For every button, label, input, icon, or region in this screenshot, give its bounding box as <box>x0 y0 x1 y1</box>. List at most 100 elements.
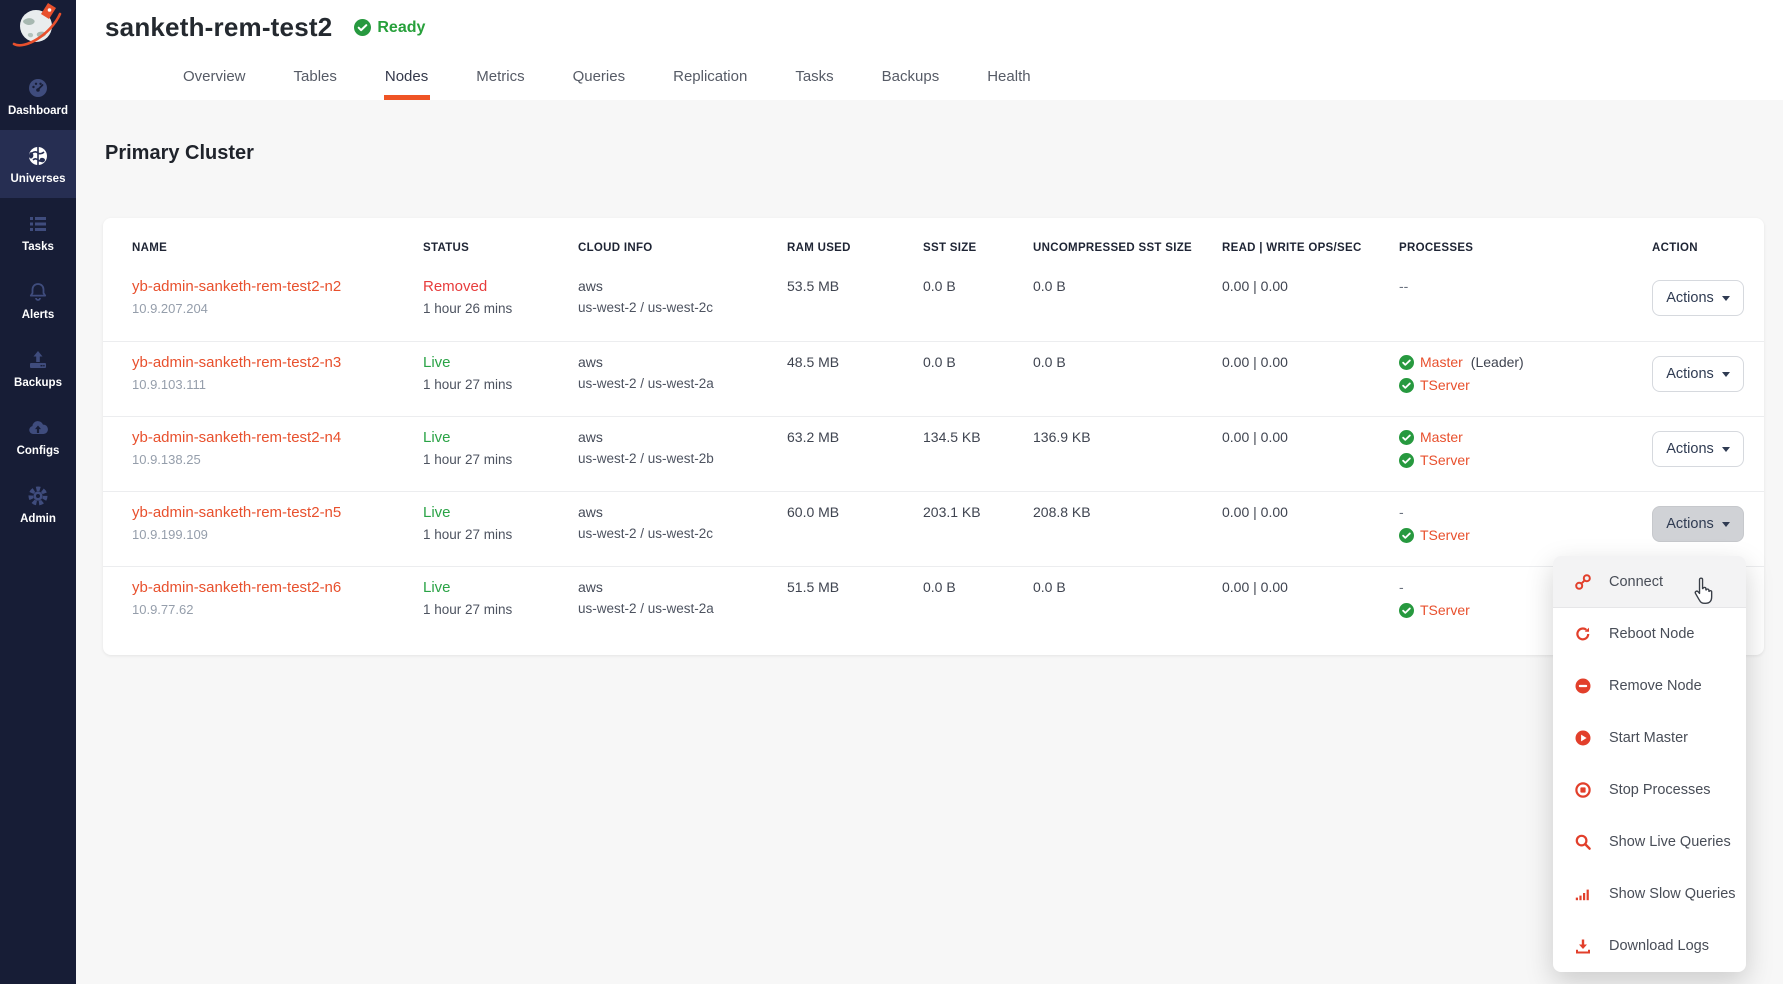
node-name-link[interactable]: yb-admin-sanketh-rem-test2-n6 <box>132 579 423 596</box>
tab-replication[interactable]: Replication <box>671 68 749 100</box>
process-tserver-link[interactable]: TServer <box>1420 452 1470 468</box>
actions-button[interactable]: Actions <box>1652 356 1744 392</box>
read-write-ops: 0.00 | 0.00 <box>1222 354 1399 416</box>
globe-icon <box>26 144 50 168</box>
uncompressed-sst-size: 0.0 B <box>1033 278 1222 341</box>
process-leader-suffix: (Leader) <box>1471 354 1524 370</box>
ram-used: 51.5 MB <box>787 579 923 641</box>
download-icon <box>1574 937 1592 955</box>
node-status: Live <box>423 354 578 371</box>
actions-button[interactable]: Actions <box>1652 280 1744 316</box>
process-master-link[interactable]: Master <box>1420 429 1463 445</box>
bar-chart-icon <box>1574 885 1592 903</box>
hand-pointer-cursor <box>1690 577 1716 607</box>
actions-button[interactable]: Actions <box>1652 431 1744 467</box>
col-status: STATUS <box>423 242 578 254</box>
sidebar-item-dashboard[interactable]: Dashboard <box>0 62 76 130</box>
task-list-icon <box>26 212 50 236</box>
node-status: Live <box>423 579 578 596</box>
reboot-icon <box>1574 625 1592 643</box>
tab-tasks[interactable]: Tasks <box>793 68 835 100</box>
tab-overview[interactable]: Overview <box>181 68 248 100</box>
tab-tables[interactable]: Tables <box>292 68 339 100</box>
menu-item-show-slow-queries[interactable]: Show Slow Queries <box>1553 868 1746 920</box>
table-row: yb-admin-sanketh-rem-test2-n5 10.9.199.1… <box>103 491 1764 566</box>
actions-button-label: Actions <box>1666 290 1714 306</box>
dashboard-gauge-icon <box>26 76 50 100</box>
node-name-link[interactable]: yb-admin-sanketh-rem-test2-n3 <box>132 354 423 371</box>
menu-item-stop-processes[interactable]: Stop Processes <box>1553 764 1746 816</box>
node-uptime: 1 hour 27 mins <box>423 602 578 617</box>
process-placeholder: -- <box>1399 278 1408 294</box>
actions-button-label: Actions <box>1666 441 1714 457</box>
sidebar-item-tasks[interactable]: Tasks <box>0 198 76 266</box>
search-icon <box>1574 833 1592 851</box>
node-name-link[interactable]: yb-admin-sanketh-rem-test2-n2 <box>132 278 423 295</box>
menu-item-label: Connect <box>1609 574 1663 590</box>
stop-circle-icon <box>1574 781 1592 799</box>
process-tserver-link[interactable]: TServer <box>1420 602 1470 618</box>
cloud-provider: aws <box>578 278 787 294</box>
menu-item-start-master[interactable]: Start Master <box>1553 712 1746 764</box>
menu-item-download-logs[interactable]: Download Logs <box>1553 920 1746 972</box>
check-circle-icon <box>354 19 371 36</box>
cloud-region: us-west-2 / us-west-2a <box>578 601 787 616</box>
tab-metrics[interactable]: Metrics <box>474 68 526 100</box>
cloud-region: us-west-2 / us-west-2c <box>578 526 787 541</box>
caret-down-icon <box>1722 522 1730 527</box>
check-circle-icon <box>1399 603 1414 618</box>
backup-upload-icon <box>26 348 50 372</box>
cloud-provider: aws <box>578 429 787 445</box>
actions-button-label: Actions <box>1666 366 1714 382</box>
process-tserver-link[interactable]: TServer <box>1420 377 1470 393</box>
tab-nodes[interactable]: Nodes <box>383 68 430 100</box>
link-icon <box>1574 573 1592 591</box>
col-ram-used: RAM USED <box>787 242 923 254</box>
menu-item-connect[interactable]: Connect <box>1553 556 1746 608</box>
col-uncompressed-sst-size: UNCOMPRESSED SST SIZE <box>1033 242 1222 254</box>
menu-item-reboot-node[interactable]: Reboot Node <box>1553 608 1746 660</box>
menu-item-remove-node[interactable]: Remove Node <box>1553 660 1746 712</box>
node-uptime: 1 hour 27 mins <box>423 377 578 392</box>
menu-item-label: Remove Node <box>1609 678 1702 694</box>
tab-backups[interactable]: Backups <box>880 68 942 100</box>
minus-circle-icon <box>1574 677 1592 695</box>
sidebar-item-label: Admin <box>20 513 56 525</box>
read-write-ops: 0.00 | 0.00 <box>1222 278 1399 341</box>
ram-used: 53.5 MB <box>787 278 923 341</box>
read-write-ops: 0.00 | 0.00 <box>1222 429 1399 491</box>
sidebar-item-admin[interactable]: Admin <box>0 470 76 538</box>
process-tserver-link[interactable]: TServer <box>1420 527 1470 543</box>
ram-used: 60.0 MB <box>787 504 923 566</box>
status-badge-label: Ready <box>377 19 425 37</box>
node-ip: 10.9.77.62 <box>132 602 423 617</box>
node-uptime: 1 hour 27 mins <box>423 527 578 542</box>
sidebar: Dashboard Universes Tasks Alerts Backup <box>0 0 76 984</box>
menu-item-label: Download Logs <box>1609 938 1709 954</box>
sidebar-item-alerts[interactable]: Alerts <box>0 266 76 334</box>
node-name-link[interactable]: yb-admin-sanketh-rem-test2-n5 <box>132 504 423 521</box>
sidebar-item-label: Dashboard <box>8 105 68 117</box>
read-write-ops: 0.00 | 0.00 <box>1222 579 1399 641</box>
cloud-provider: aws <box>578 354 787 370</box>
nodes-page: Primary Cluster NAME STATUS CLOUD INFO R… <box>76 100 1783 984</box>
sidebar-item-configs[interactable]: Configs <box>0 402 76 470</box>
check-circle-icon <box>1399 355 1414 370</box>
planet-rocket-icon <box>11 2 65 54</box>
tab-health[interactable]: Health <box>985 68 1032 100</box>
sidebar-item-backups[interactable]: Backups <box>0 334 76 402</box>
cloud-region: us-west-2 / us-west-2a <box>578 376 787 391</box>
tab-queries[interactable]: Queries <box>571 68 628 100</box>
sidebar-item-universes[interactable]: Universes <box>0 130 76 198</box>
node-uptime: 1 hour 26 mins <box>423 301 578 316</box>
gear-icon <box>26 484 50 508</box>
yugabyte-logo[interactable] <box>0 0 76 58</box>
menu-item-show-live-queries[interactable]: Show Live Queries <box>1553 816 1746 868</box>
node-name-link[interactable]: yb-admin-sanketh-rem-test2-n4 <box>132 429 423 446</box>
menu-item-label: Show Slow Queries <box>1609 886 1736 902</box>
actions-button-open[interactable]: Actions <box>1652 506 1744 542</box>
cloud-provider: aws <box>578 579 787 595</box>
table-header: NAME STATUS CLOUD INFO RAM USED SST SIZE… <box>103 218 1764 266</box>
read-write-ops: 0.00 | 0.00 <box>1222 504 1399 566</box>
process-master-link[interactable]: Master <box>1420 354 1463 370</box>
